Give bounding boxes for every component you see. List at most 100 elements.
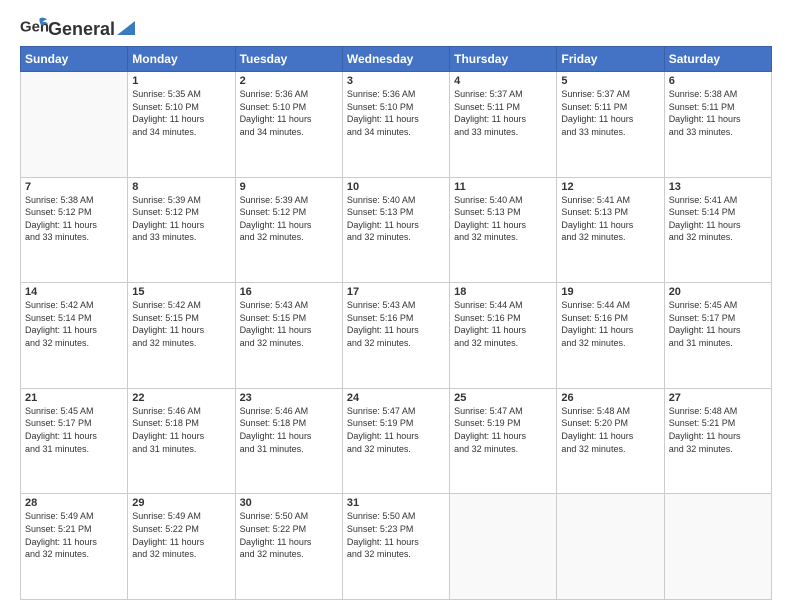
calendar-day-cell: 23Sunrise: 5:46 AM Sunset: 5:18 PM Dayli…: [235, 388, 342, 494]
calendar-day-cell: 29Sunrise: 5:49 AM Sunset: 5:22 PM Dayli…: [128, 494, 235, 600]
calendar-day-cell: 26Sunrise: 5:48 AM Sunset: 5:20 PM Dayli…: [557, 388, 664, 494]
weekday-header: Thursday: [450, 47, 557, 72]
day-number: 9: [240, 181, 338, 193]
day-info: Sunrise: 5:43 AM Sunset: 5:15 PM Dayligh…: [240, 299, 338, 349]
calendar-day-cell: 13Sunrise: 5:41 AM Sunset: 5:14 PM Dayli…: [664, 177, 771, 283]
calendar-day-cell: 27Sunrise: 5:48 AM Sunset: 5:21 PM Dayli…: [664, 388, 771, 494]
calendar-day-cell: 16Sunrise: 5:43 AM Sunset: 5:15 PM Dayli…: [235, 283, 342, 389]
calendar-day-cell: 15Sunrise: 5:42 AM Sunset: 5:15 PM Dayli…: [128, 283, 235, 389]
day-info: Sunrise: 5:36 AM Sunset: 5:10 PM Dayligh…: [347, 88, 445, 138]
day-number: 5: [561, 75, 659, 87]
calendar-day-cell: 2Sunrise: 5:36 AM Sunset: 5:10 PM Daylig…: [235, 72, 342, 178]
day-number: 4: [454, 75, 552, 87]
calendar-day-cell: 20Sunrise: 5:45 AM Sunset: 5:17 PM Dayli…: [664, 283, 771, 389]
day-info: Sunrise: 5:41 AM Sunset: 5:13 PM Dayligh…: [561, 194, 659, 244]
day-number: 14: [25, 286, 123, 298]
calendar-day-cell: 8Sunrise: 5:39 AM Sunset: 5:12 PM Daylig…: [128, 177, 235, 283]
day-info: Sunrise: 5:42 AM Sunset: 5:15 PM Dayligh…: [132, 299, 230, 349]
weekday-header: Wednesday: [342, 47, 449, 72]
day-number: 6: [669, 75, 767, 87]
calendar-day-cell: 11Sunrise: 5:40 AM Sunset: 5:13 PM Dayli…: [450, 177, 557, 283]
calendar-day-cell: 4Sunrise: 5:37 AM Sunset: 5:11 PM Daylig…: [450, 72, 557, 178]
day-number: 7: [25, 181, 123, 193]
day-number: 21: [25, 392, 123, 404]
day-number: 8: [132, 181, 230, 193]
calendar-day-cell: 31Sunrise: 5:50 AM Sunset: 5:23 PM Dayli…: [342, 494, 449, 600]
day-number: 28: [25, 497, 123, 509]
calendar-header-row: SundayMondayTuesdayWednesdayThursdayFrid…: [21, 47, 772, 72]
calendar-day-cell: 24Sunrise: 5:47 AM Sunset: 5:19 PM Dayli…: [342, 388, 449, 494]
day-info: Sunrise: 5:42 AM Sunset: 5:14 PM Dayligh…: [25, 299, 123, 349]
calendar-day-cell: 10Sunrise: 5:40 AM Sunset: 5:13 PM Dayli…: [342, 177, 449, 283]
calendar-day-cell: 22Sunrise: 5:46 AM Sunset: 5:18 PM Dayli…: [128, 388, 235, 494]
day-number: 13: [669, 181, 767, 193]
day-info: Sunrise: 5:45 AM Sunset: 5:17 PM Dayligh…: [669, 299, 767, 349]
weekday-header: Tuesday: [235, 47, 342, 72]
day-info: Sunrise: 5:43 AM Sunset: 5:16 PM Dayligh…: [347, 299, 445, 349]
day-number: 23: [240, 392, 338, 404]
calendar-day-cell: 18Sunrise: 5:44 AM Sunset: 5:16 PM Dayli…: [450, 283, 557, 389]
logo-general-text: General: [48, 19, 115, 40]
calendar-day-cell: 3Sunrise: 5:36 AM Sunset: 5:10 PM Daylig…: [342, 72, 449, 178]
day-number: 3: [347, 75, 445, 87]
day-info: Sunrise: 5:37 AM Sunset: 5:11 PM Dayligh…: [454, 88, 552, 138]
day-info: Sunrise: 5:44 AM Sunset: 5:16 PM Dayligh…: [454, 299, 552, 349]
calendar-day-cell: 5Sunrise: 5:37 AM Sunset: 5:11 PM Daylig…: [557, 72, 664, 178]
weekday-header: Monday: [128, 47, 235, 72]
calendar-day-cell: 30Sunrise: 5:50 AM Sunset: 5:22 PM Dayli…: [235, 494, 342, 600]
weekday-header: Sunday: [21, 47, 128, 72]
logo-triangle-icon: [117, 21, 135, 35]
day-info: Sunrise: 5:37 AM Sunset: 5:11 PM Dayligh…: [561, 88, 659, 138]
day-number: 31: [347, 497, 445, 509]
day-info: Sunrise: 5:35 AM Sunset: 5:10 PM Dayligh…: [132, 88, 230, 138]
day-number: 16: [240, 286, 338, 298]
calendar-day-cell: 1Sunrise: 5:35 AM Sunset: 5:10 PM Daylig…: [128, 72, 235, 178]
day-number: 2: [240, 75, 338, 87]
page: General General: [0, 0, 792, 612]
calendar-day-cell: 17Sunrise: 5:43 AM Sunset: 5:16 PM Dayli…: [342, 283, 449, 389]
calendar-table: SundayMondayTuesdayWednesdayThursdayFrid…: [20, 46, 772, 600]
day-number: 19: [561, 286, 659, 298]
day-number: 22: [132, 392, 230, 404]
calendar-day-cell: 7Sunrise: 5:38 AM Sunset: 5:12 PM Daylig…: [21, 177, 128, 283]
day-info: Sunrise: 5:38 AM Sunset: 5:11 PM Dayligh…: [669, 88, 767, 138]
day-number: 10: [347, 181, 445, 193]
calendar-week-row: 1Sunrise: 5:35 AM Sunset: 5:10 PM Daylig…: [21, 72, 772, 178]
calendar-day-cell: 6Sunrise: 5:38 AM Sunset: 5:11 PM Daylig…: [664, 72, 771, 178]
calendar-day-cell: 12Sunrise: 5:41 AM Sunset: 5:13 PM Dayli…: [557, 177, 664, 283]
day-number: 1: [132, 75, 230, 87]
day-number: 30: [240, 497, 338, 509]
calendar-day-cell: 14Sunrise: 5:42 AM Sunset: 5:14 PM Dayli…: [21, 283, 128, 389]
calendar-day-cell: 21Sunrise: 5:45 AM Sunset: 5:17 PM Dayli…: [21, 388, 128, 494]
calendar-day-cell: 19Sunrise: 5:44 AM Sunset: 5:16 PM Dayli…: [557, 283, 664, 389]
day-number: 17: [347, 286, 445, 298]
day-info: Sunrise: 5:46 AM Sunset: 5:18 PM Dayligh…: [240, 405, 338, 455]
day-info: Sunrise: 5:47 AM Sunset: 5:19 PM Dayligh…: [454, 405, 552, 455]
day-info: Sunrise: 5:50 AM Sunset: 5:23 PM Dayligh…: [347, 510, 445, 560]
logo: General General: [20, 16, 135, 38]
day-number: 12: [561, 181, 659, 193]
day-info: Sunrise: 5:41 AM Sunset: 5:14 PM Dayligh…: [669, 194, 767, 244]
day-info: Sunrise: 5:46 AM Sunset: 5:18 PM Dayligh…: [132, 405, 230, 455]
day-number: 15: [132, 286, 230, 298]
svg-text:General: General: [20, 18, 48, 35]
calendar-day-cell: [664, 494, 771, 600]
day-number: 26: [561, 392, 659, 404]
day-info: Sunrise: 5:44 AM Sunset: 5:16 PM Dayligh…: [561, 299, 659, 349]
day-number: 24: [347, 392, 445, 404]
day-info: Sunrise: 5:39 AM Sunset: 5:12 PM Dayligh…: [132, 194, 230, 244]
day-number: 29: [132, 497, 230, 509]
day-info: Sunrise: 5:47 AM Sunset: 5:19 PM Dayligh…: [347, 405, 445, 455]
day-info: Sunrise: 5:38 AM Sunset: 5:12 PM Dayligh…: [25, 194, 123, 244]
day-info: Sunrise: 5:36 AM Sunset: 5:10 PM Dayligh…: [240, 88, 338, 138]
calendar-day-cell: [557, 494, 664, 600]
calendar-day-cell: 28Sunrise: 5:49 AM Sunset: 5:21 PM Dayli…: [21, 494, 128, 600]
weekday-header: Friday: [557, 47, 664, 72]
logo-bird-icon: General: [20, 16, 48, 38]
day-info: Sunrise: 5:45 AM Sunset: 5:17 PM Dayligh…: [25, 405, 123, 455]
day-number: 18: [454, 286, 552, 298]
day-number: 20: [669, 286, 767, 298]
day-number: 11: [454, 181, 552, 193]
calendar-week-row: 7Sunrise: 5:38 AM Sunset: 5:12 PM Daylig…: [21, 177, 772, 283]
day-number: 25: [454, 392, 552, 404]
